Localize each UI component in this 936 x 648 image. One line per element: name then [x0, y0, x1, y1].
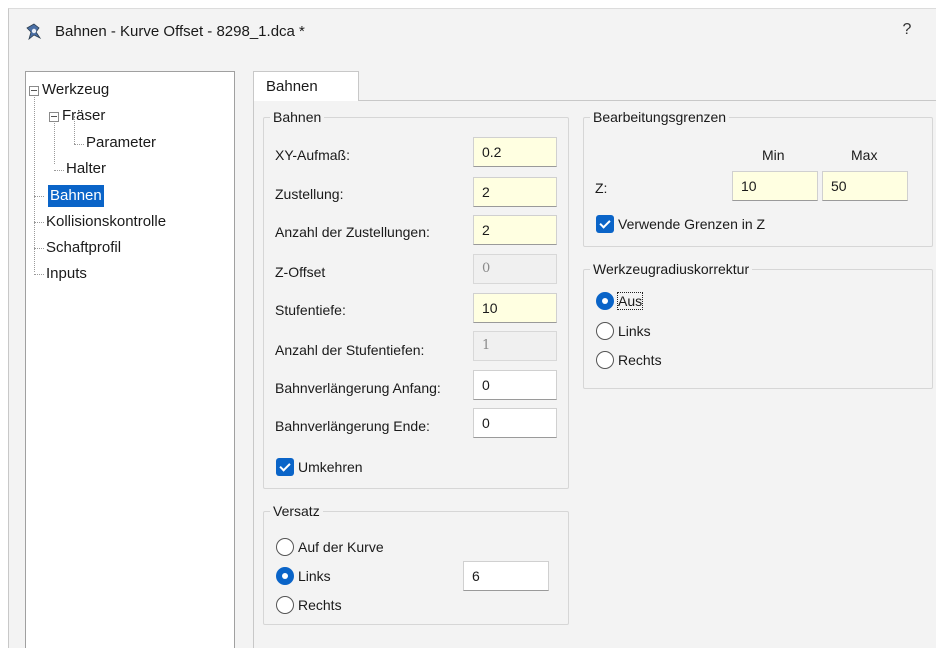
versatz-radio-rechts[interactable]: [276, 596, 294, 614]
anzahl-zustellungen-label: Anzahl der Zustellungen:: [275, 224, 430, 240]
tree-item-bahnen[interactable]: Bahnen: [48, 185, 104, 207]
tree-connector: [54, 170, 64, 171]
title-bar: Bahnen - Kurve Offset - 8298_1.dca * ?: [9, 9, 936, 55]
tree-item-inputs[interactable]: Inputs: [46, 262, 87, 286]
verwende-grenzen-label[interactable]: Verwende Grenzen in Z: [618, 216, 765, 232]
verlaengerung-anfang-input[interactable]: 0: [473, 370, 557, 400]
z-label: Z:: [595, 180, 608, 196]
verlaengerung-anfang-label: Bahnverlängerung Anfang:: [275, 380, 441, 396]
korrektur-option-rechts[interactable]: Rechts: [618, 352, 662, 368]
korrektur-radio-rechts[interactable]: [596, 351, 614, 369]
tree-item-werkzeug[interactable]: Werkzeug: [42, 78, 109, 102]
korrektur-radio-links[interactable]: [596, 322, 614, 340]
versatz-option-rechts[interactable]: Rechts: [298, 597, 342, 613]
tree-item-kollisionskontrolle[interactable]: Kollisionskontrolle: [46, 210, 166, 234]
stufentiefe-label: Stufentiefe:: [275, 302, 346, 318]
versatz-option-links[interactable]: Links: [298, 568, 331, 584]
tree-item-halter[interactable]: Halter: [66, 157, 106, 181]
app-icon: [26, 23, 42, 41]
max-column-label: Max: [851, 147, 878, 163]
anzahl-zustellungen-input[interactable]: 2: [473, 215, 557, 245]
tree-item-fraeser[interactable]: Fräser: [62, 104, 105, 128]
verwende-grenzen-checkbox[interactable]: [596, 215, 614, 233]
tree-connector: [54, 116, 55, 164]
versatz-radio-auf-der-kurve[interactable]: [276, 538, 294, 556]
group-title-bearbeitungsgrenzen: Bearbeitungsgrenzen: [590, 109, 730, 125]
group-bahnen: Bahnen XY-Aufmaß: 0.2 Zustellung: 2 Anza…: [263, 109, 569, 489]
versatz-option-auf-der-kurve[interactable]: Auf der Kurve: [298, 539, 384, 555]
z-offset-label: Z-Offset: [275, 264, 326, 280]
zustellung-input[interactable]: 2: [473, 177, 557, 207]
korrektur-option-links[interactable]: Links: [618, 323, 651, 339]
group-title-werkzeugradiuskorrektur: Werkzeugradiuskorrektur: [590, 261, 753, 277]
tree-connector: [34, 248, 44, 249]
tree-connector: [34, 222, 44, 223]
tree-connector: [34, 92, 35, 272]
group-werkzeugradiuskorrektur: Werkzeugradiuskorrektur Aus Links Rechts: [583, 261, 933, 389]
tree-connector: [34, 196, 44, 197]
tree-connector: [34, 274, 44, 275]
zustellung-label: Zustellung:: [275, 186, 344, 202]
tab-bahnen[interactable]: Bahnen: [253, 71, 359, 101]
dialog-window: Bahnen - Kurve Offset - 8298_1.dca * ? W…: [8, 8, 936, 648]
versatz-value-input[interactable]: 6: [463, 561, 549, 591]
umkehren-checkbox[interactable]: [276, 458, 294, 476]
tree-item-parameter[interactable]: Parameter: [86, 131, 156, 155]
korrektur-radio-aus[interactable]: [596, 292, 614, 310]
z-max-input[interactable]: 50: [822, 171, 908, 201]
verlaengerung-ende-input[interactable]: 0: [473, 408, 557, 438]
collapse-toggle-werkzeug[interactable]: [29, 86, 39, 96]
group-versatz: Versatz Auf der Kurve Links Rechts 6: [263, 503, 569, 625]
umkehren-label[interactable]: Umkehren: [298, 459, 363, 475]
group-title-versatz: Versatz: [270, 503, 323, 519]
versatz-radio-links[interactable]: [276, 567, 294, 585]
settings-tree: Werkzeug Fräser Parameter Halter Bahnen …: [25, 71, 235, 648]
korrektur-option-aus[interactable]: Aus: [616, 292, 644, 310]
z-min-input[interactable]: 10: [732, 171, 818, 201]
help-button[interactable]: ?: [897, 21, 917, 43]
tree-connector: [74, 144, 84, 145]
collapse-toggle-fraeser[interactable]: [49, 112, 59, 122]
stufentiefe-input[interactable]: 10: [473, 293, 557, 323]
group-bearbeitungsgrenzen: Bearbeitungsgrenzen Min Max Z: 10 50 Ver…: [583, 109, 933, 247]
tree-item-schaftprofil[interactable]: Schaftprofil: [46, 236, 121, 260]
anzahl-stufentiefen-input: 1: [473, 331, 557, 361]
anzahl-stufentiefen-label: Anzahl der Stufentiefen:: [275, 342, 425, 358]
min-column-label: Min: [762, 147, 785, 163]
z-offset-input: 0: [473, 254, 557, 284]
group-title-bahnen: Bahnen: [270, 109, 325, 125]
verlaengerung-ende-label: Bahnverlängerung Ende:: [275, 418, 430, 434]
xy-aufmass-label: XY-Aufmaß:: [275, 147, 350, 163]
xy-aufmass-input[interactable]: 0.2: [473, 137, 557, 167]
window-title: Bahnen - Kurve Offset - 8298_1.dca *: [55, 23, 305, 40]
